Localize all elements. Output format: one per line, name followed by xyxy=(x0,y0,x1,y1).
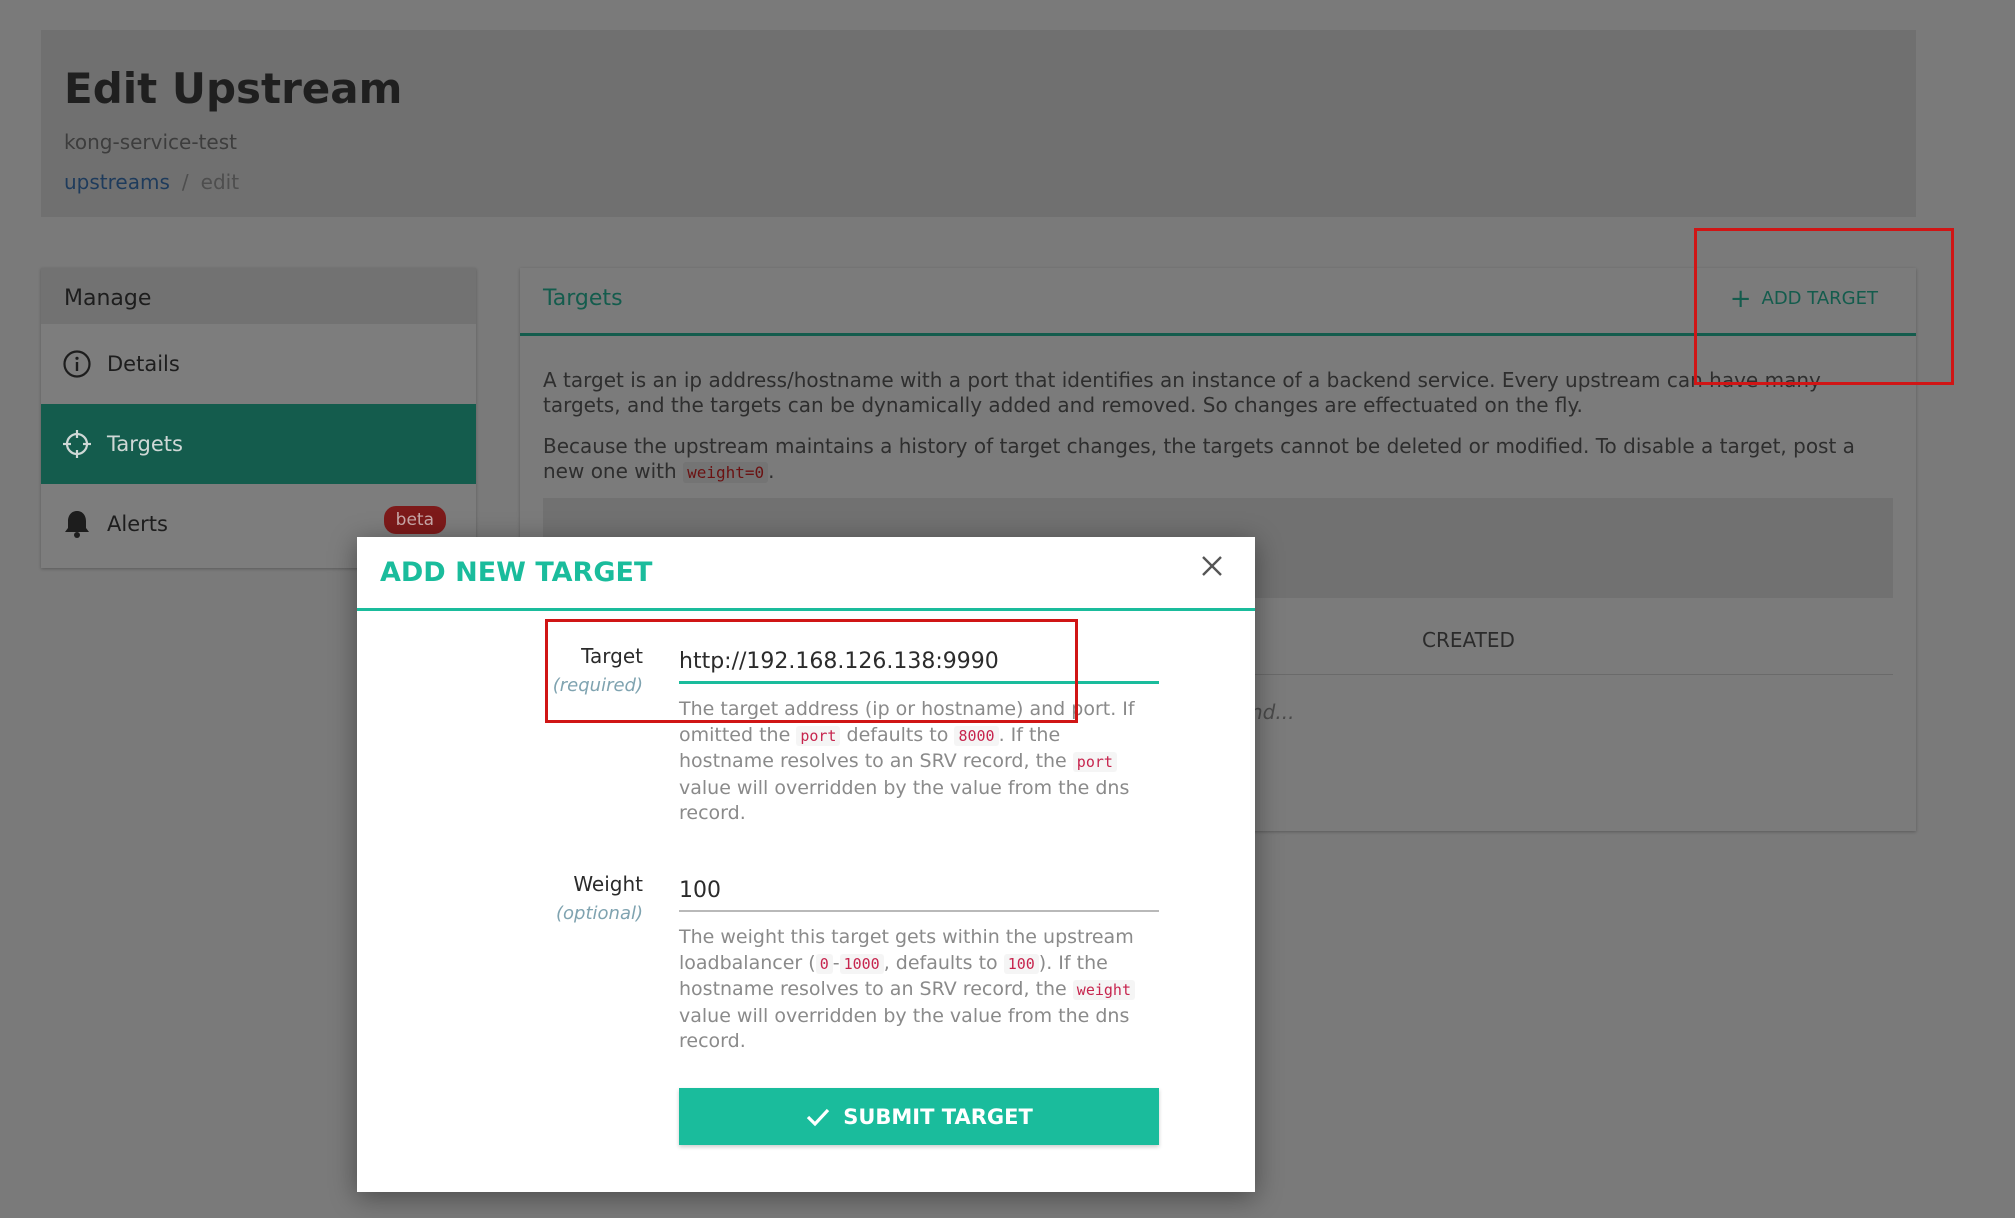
modal-header: ADD NEW TARGET xyxy=(357,537,1255,611)
sidebar-item-label: Targets xyxy=(107,432,183,456)
targets-history-note: Because the upstream maintains a history… xyxy=(543,434,1855,483)
breadcrumb-upstreams-link[interactable]: upstreams xyxy=(64,170,170,194)
checkmark-icon xyxy=(807,1108,830,1126)
highlight-box-target-field xyxy=(545,619,1078,723)
beta-badge: beta xyxy=(383,506,446,534)
sidebar-item-targets[interactable]: Targets xyxy=(41,404,476,484)
info-icon xyxy=(61,348,93,380)
table-status-text: nd... xyxy=(1250,700,1295,724)
column-header-created[interactable]: CREATED xyxy=(1422,628,1515,652)
weight-zero-code: weight=0 xyxy=(683,462,769,483)
page-subtitle: kong-service-test xyxy=(64,130,237,154)
modal-title: ADD NEW TARGET xyxy=(380,557,653,588)
crosshair-icon xyxy=(61,428,93,460)
breadcrumb: upstreams / edit xyxy=(64,170,239,194)
breadcrumb-current: edit xyxy=(200,170,240,194)
submit-target-button[interactable]: SUBMIT TARGET xyxy=(679,1088,1159,1145)
highlight-box-add-target xyxy=(1694,228,1954,385)
weight-optional-hint: (optional) xyxy=(556,903,643,924)
sidebar-item-label: Details xyxy=(107,352,180,376)
sidebar-heading: Manage xyxy=(41,268,476,324)
bell-icon xyxy=(61,508,93,540)
sidebar: Manage Details Targets Alerts beta xyxy=(41,268,476,568)
weight-field-label: Weight xyxy=(573,872,643,896)
sidebar-item-details[interactable]: Details xyxy=(41,324,476,404)
page-title: Edit Upstream xyxy=(64,64,403,113)
weight-input[interactable] xyxy=(679,870,1159,912)
close-icon[interactable] xyxy=(1197,551,1227,581)
weight-help-text: The weight this target gets within the u… xyxy=(679,926,1135,1052)
sidebar-item-label: Alerts xyxy=(107,512,168,536)
targets-description: A target is an ip address/hostname with … xyxy=(543,368,1821,417)
submit-target-label: SUBMIT TARGET xyxy=(843,1104,1033,1129)
targets-panel-title: Targets xyxy=(543,286,623,311)
page-header: Edit Upstream kong-service-test upstream… xyxy=(41,30,1916,217)
breadcrumb-separator: / xyxy=(181,170,189,194)
